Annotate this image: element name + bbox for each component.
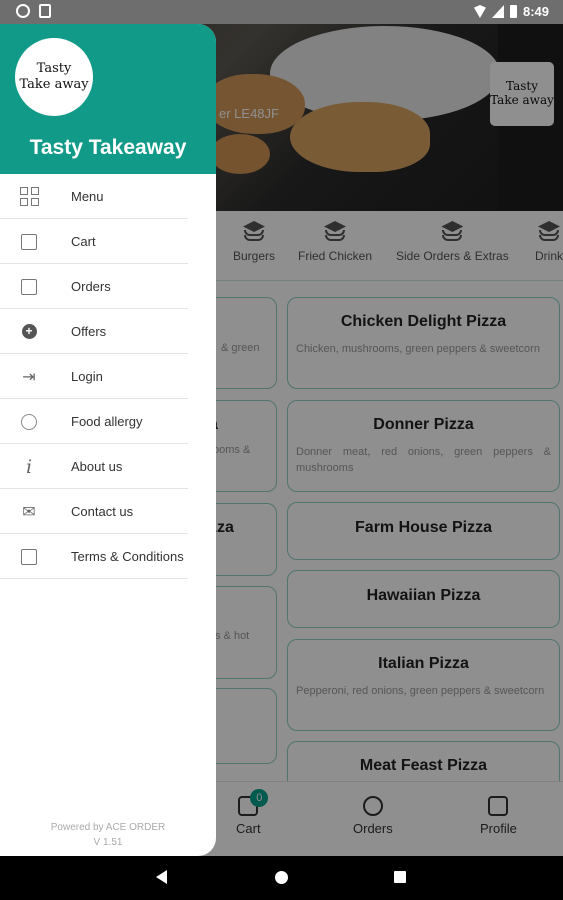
drawer-item-label: Cart: [71, 234, 96, 249]
login-icon: ⇥: [22, 368, 36, 386]
food-allergy-icon: [19, 412, 39, 432]
home-icon[interactable]: [275, 871, 288, 884]
wifi-icon: [473, 5, 486, 18]
orders-icon: [19, 277, 39, 297]
drawer-title: Tasty Takeaway: [29, 136, 187, 159]
status-time: 8:49: [522, 4, 549, 19]
drawer-item-label: Offers: [71, 324, 107, 339]
offers-icon: +: [19, 322, 39, 342]
sd-card-icon: [39, 4, 51, 18]
drawer-item-label: Terms & Conditions: [71, 549, 184, 564]
logo-line: Take away: [19, 77, 89, 92]
drawer-item-terms[interactable]: Terms & Conditions: [0, 534, 216, 579]
drawer-logo: Tasty Take away: [15, 38, 93, 116]
drawer-footer: Powered by ACE ORDER V 1.51: [0, 820, 216, 850]
back-icon[interactable]: [156, 870, 167, 884]
battery-icon: [509, 5, 517, 18]
version-text: V 1.51: [93, 837, 123, 848]
cart-icon: [19, 232, 39, 252]
drawer-item-label: About us: [71, 459, 123, 474]
menu-grid-icon: [19, 187, 39, 207]
drawer-item-about-us[interactable]: i About us: [0, 444, 216, 489]
drawer-item-label: Food allergy: [71, 414, 143, 429]
logo-line: Tasty: [36, 60, 72, 76]
drawer-item-food-allergy[interactable]: Food allergy: [0, 399, 216, 444]
terms-icon: [19, 547, 39, 567]
drawer-item-login[interactable]: ⇥ Login: [0, 354, 216, 399]
drawer-item-cart[interactable]: Cart: [0, 219, 216, 264]
navigation-drawer: Tasty Take away Tasty Takeaway Menu Cart…: [0, 24, 216, 856]
contact-icon: ✉: [22, 503, 36, 521]
drawer-item-label: Login: [71, 369, 103, 384]
drawer-item-orders[interactable]: Orders: [0, 264, 216, 309]
drawer-header: Tasty Take away Tasty Takeaway: [0, 24, 216, 174]
drawer-item-contact-us[interactable]: ✉ Contact us: [0, 489, 216, 534]
status-bar: 8:49: [0, 0, 563, 24]
recent-apps-icon[interactable]: [394, 871, 406, 883]
notification-circle-icon: [16, 4, 30, 18]
drawer-item-label: Orders: [71, 279, 111, 294]
info-icon: i: [25, 455, 33, 478]
system-navigation-bar: [0, 856, 563, 900]
drawer-item-offers[interactable]: + Offers: [0, 309, 216, 354]
drawer-item-label: Contact us: [71, 504, 134, 519]
drawer-item-label: Menu: [71, 189, 104, 204]
powered-by-text: Powered by ACE ORDER: [50, 822, 166, 833]
signal-icon: [491, 5, 504, 18]
drawer-menu: Menu Cart Orders + Offers ⇥ Login Food a…: [0, 174, 216, 579]
drawer-item-menu[interactable]: Menu: [0, 174, 216, 219]
